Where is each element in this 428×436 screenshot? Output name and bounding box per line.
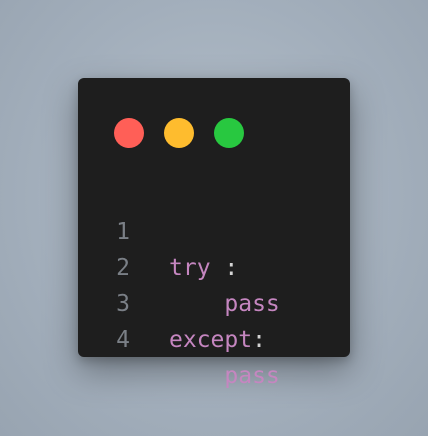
close-button[interactable]: [114, 118, 144, 148]
code-text: except:: [169, 322, 266, 358]
minimize-button[interactable]: [164, 118, 194, 148]
code-text: pass: [169, 358, 280, 394]
page-background: { "window": { "controls": [ {"name": "cl…: [0, 0, 428, 436]
code-line-2: 2 pass: [78, 214, 350, 317]
code-line-1: 1 try :: [78, 178, 350, 281]
code-block: 1 try : 2 pass 3 except: 4 pass: [78, 178, 350, 389]
code-line-3: 3 except:: [78, 250, 350, 353]
keyword-except: except: [169, 327, 253, 353]
keyword-pass: pass: [224, 363, 280, 389]
colon: :: [252, 327, 266, 353]
code-line-4: 4 pass: [78, 286, 350, 389]
maximize-button[interactable]: [214, 118, 244, 148]
code-window: 1 try : 2 pass 3 except: 4 pass: [78, 78, 350, 389]
line-number: 4: [116, 327, 130, 353]
